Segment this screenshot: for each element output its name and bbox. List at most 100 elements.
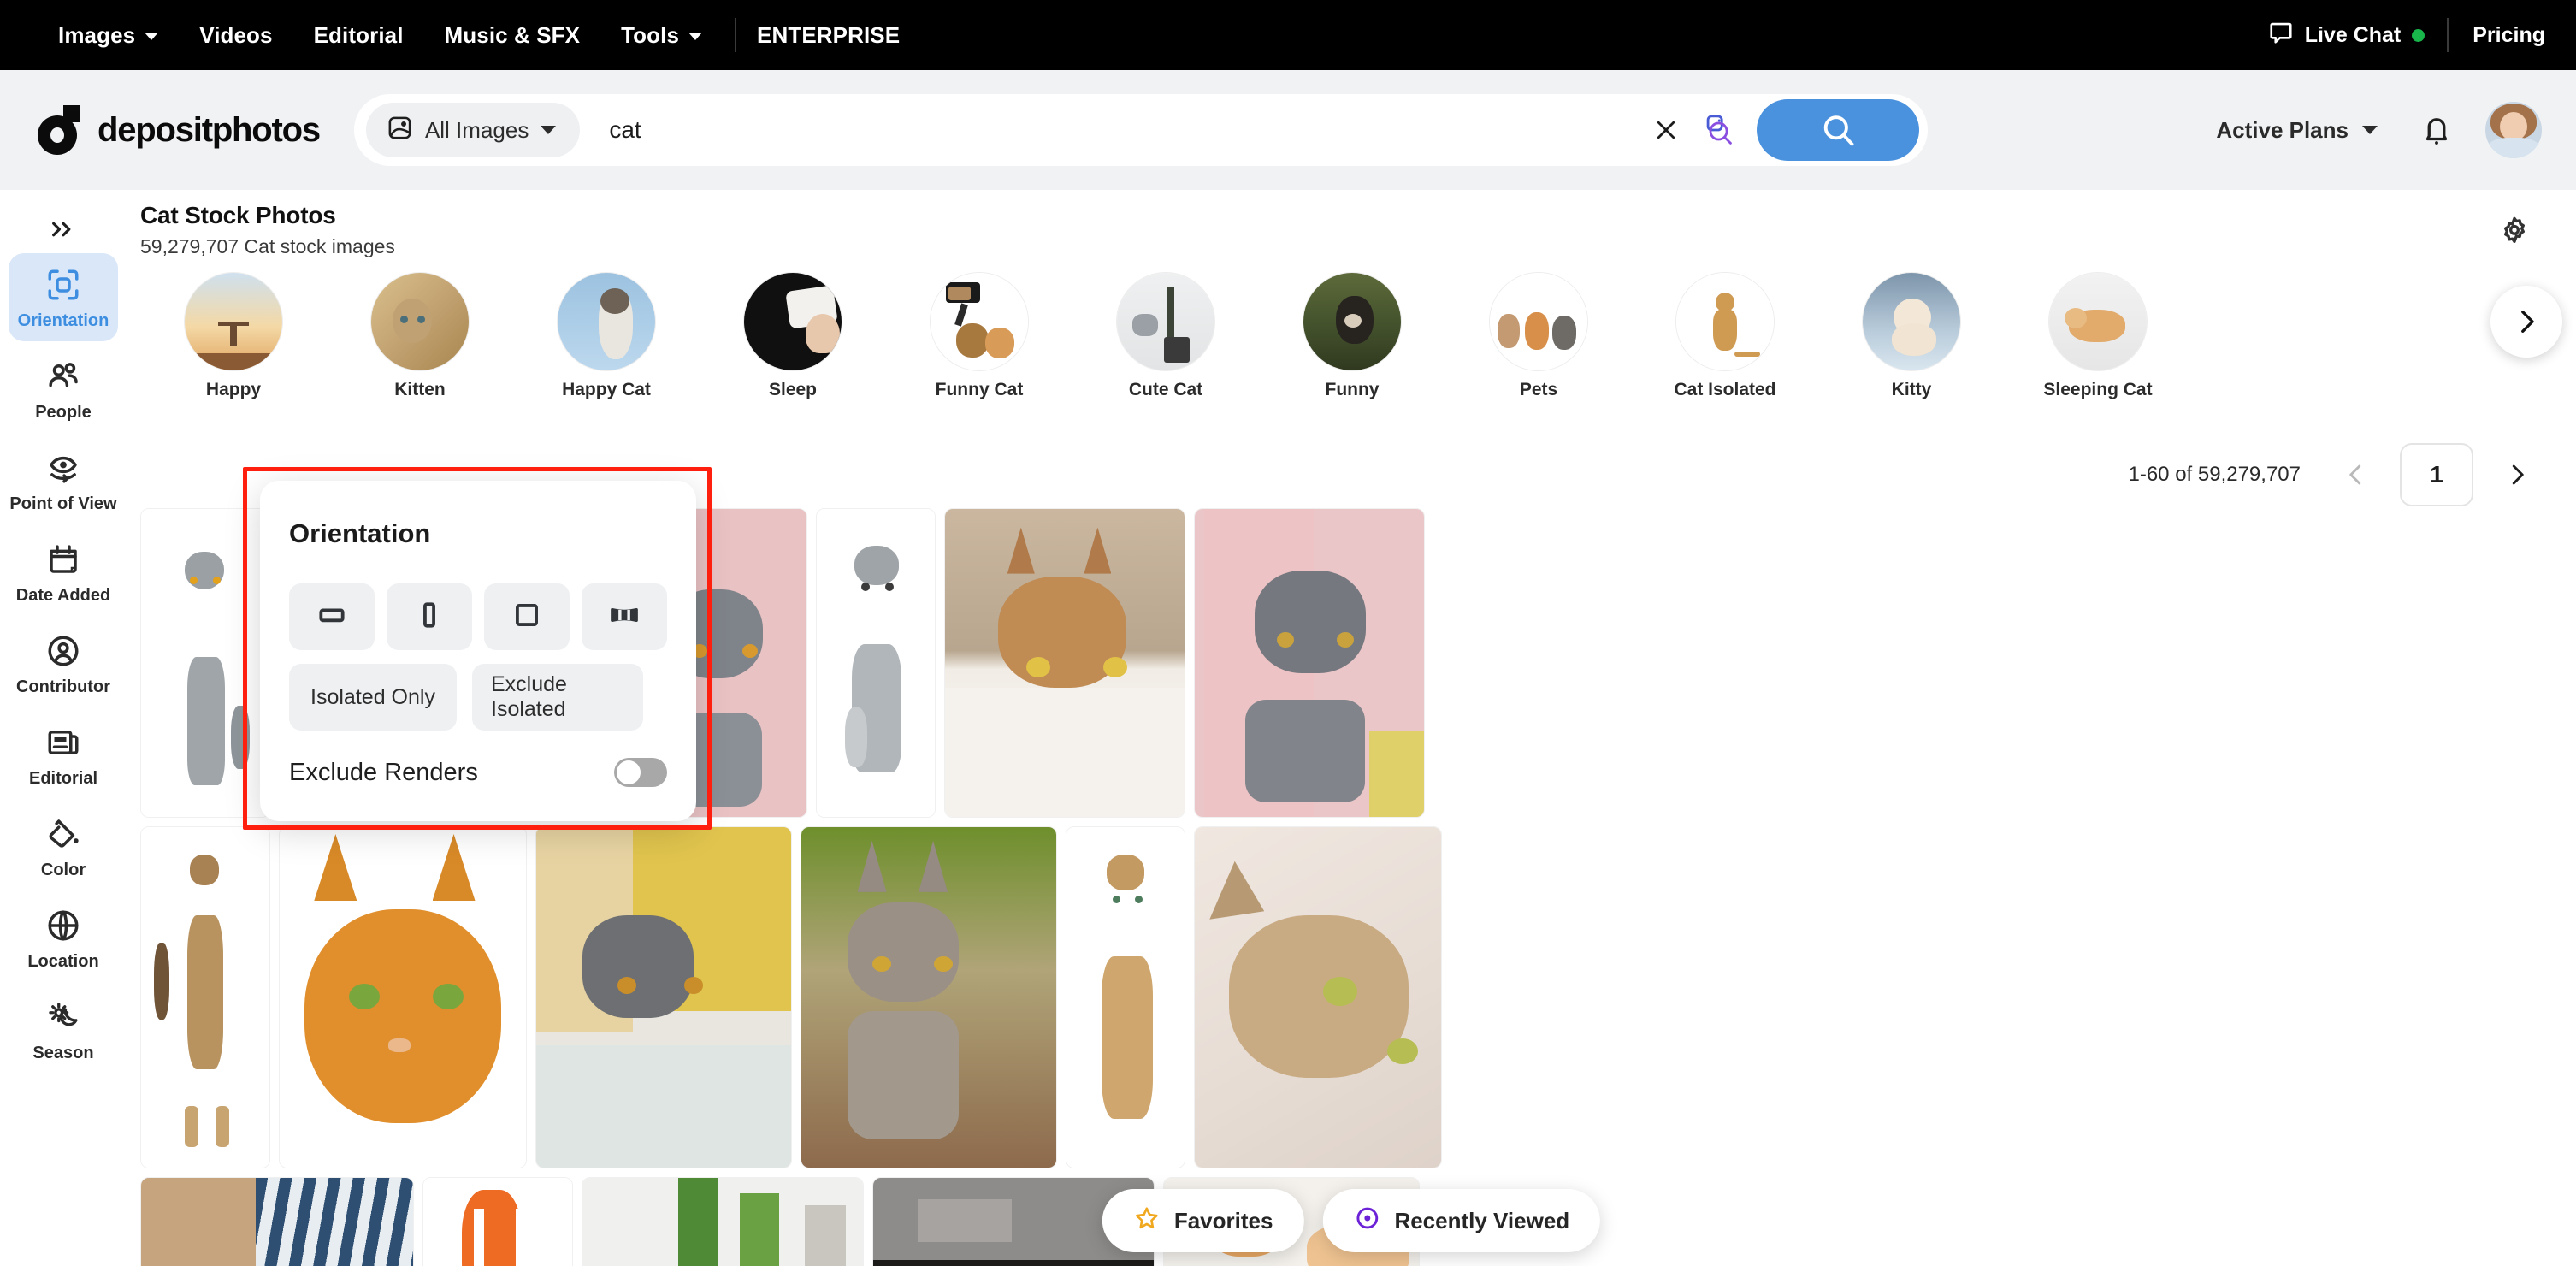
nav-item-tools[interactable]: Tools bbox=[600, 22, 723, 49]
page-subtitle: 59,279,707 Cat stock images bbox=[140, 235, 395, 257]
search-submit-button[interactable] bbox=[1756, 99, 1919, 161]
orientation-square-button[interactable] bbox=[484, 583, 570, 650]
sidebar-item-date-added[interactable]: Date Added bbox=[9, 528, 118, 616]
sidebar-item-season[interactable]: Season bbox=[9, 985, 118, 1074]
carousel-item-sleep[interactable]: Sleep bbox=[700, 272, 886, 400]
exclude-renders-toggle[interactable] bbox=[614, 758, 667, 787]
carousel-item-label: Happy bbox=[205, 380, 262, 399]
active-plans-dropdown[interactable]: Active Plans bbox=[2187, 117, 2407, 144]
sidebar-item-location-label: Location bbox=[27, 952, 99, 971]
sidebar-item-people[interactable]: People bbox=[9, 345, 118, 433]
image-tile[interactable] bbox=[944, 508, 1185, 818]
nav-item-enterprise[interactable]: ENTERPRISE bbox=[748, 22, 920, 49]
notifications-button[interactable] bbox=[2407, 100, 2467, 160]
carousel-thumbnail bbox=[1116, 272, 1215, 371]
pricing-link[interactable]: Pricing bbox=[2449, 23, 2545, 48]
orientation-icon bbox=[44, 265, 83, 305]
image-tile[interactable] bbox=[1194, 508, 1425, 818]
search-bar: All Images bbox=[353, 94, 1928, 166]
sidebar-item-location[interactable]: Location bbox=[9, 894, 118, 982]
square-icon bbox=[511, 599, 543, 636]
image-tile[interactable] bbox=[582, 1177, 864, 1266]
carousel-item-label: Cat Isolated bbox=[1674, 380, 1776, 399]
carousel-next-button[interactable] bbox=[2490, 286, 2562, 358]
sidebar-item-contributor-label: Contributor bbox=[16, 677, 110, 696]
image-tile[interactable] bbox=[1194, 826, 1442, 1168]
search-input[interactable] bbox=[580, 116, 1642, 144]
nav-item-editorial[interactable]: Editorial bbox=[293, 22, 424, 49]
user-avatar[interactable] bbox=[2485, 102, 2542, 158]
settings-gear-button[interactable] bbox=[2490, 207, 2538, 255]
orientation-vertical-button[interactable] bbox=[387, 583, 472, 650]
carousel-thumbnail bbox=[370, 272, 470, 371]
filters-sidebar: Orientation People Point of View Date Ad… bbox=[0, 190, 127, 1266]
image-tile[interactable] bbox=[535, 826, 792, 1168]
sidebar-item-color[interactable]: Color bbox=[9, 802, 118, 890]
image-tile[interactable] bbox=[422, 1177, 573, 1266]
search-type-selector[interactable]: All Images bbox=[365, 103, 581, 157]
carousel-item-label: Sleeping Cat bbox=[2043, 380, 2153, 399]
sidebar-item-editorial[interactable]: Editorial bbox=[9, 711, 118, 799]
chevron-down-icon bbox=[541, 126, 557, 134]
carousel-item-cute-cat[interactable]: Cute Cat bbox=[1072, 272, 1259, 400]
image-tile[interactable] bbox=[140, 508, 270, 818]
carousel-item-label: Kitten bbox=[394, 380, 446, 399]
image-tile[interactable] bbox=[140, 826, 270, 1168]
carousel-item-happy-cat[interactable]: Happy Cat bbox=[513, 272, 700, 400]
image-tile[interactable] bbox=[140, 1177, 414, 1266]
globe-icon bbox=[44, 906, 83, 945]
orientation-popup-title: Orientation bbox=[289, 518, 431, 548]
clear-search-button[interactable] bbox=[1642, 106, 1690, 154]
carousel-item-label: Cute Cat bbox=[1128, 380, 1203, 399]
chat-bubble-icon bbox=[2268, 20, 2294, 51]
carousel-thumbnail bbox=[2048, 272, 2148, 371]
page-title: Cat Stock Photos bbox=[140, 202, 336, 228]
target-icon bbox=[1353, 1204, 1380, 1238]
carousel-item-happy[interactable]: Happy bbox=[140, 272, 327, 400]
image-tile[interactable] bbox=[1066, 826, 1185, 1168]
nav-item-videos[interactable]: Videos bbox=[179, 22, 292, 49]
nav-item-music-sfx[interactable]: Music & SFX bbox=[424, 22, 601, 49]
carousel-item-kitty[interactable]: Kitty bbox=[1818, 272, 2005, 400]
image-tile[interactable] bbox=[816, 508, 936, 818]
top-navigation-bar: Images Videos Editorial Music & SFX Tool… bbox=[0, 0, 2576, 70]
season-icon bbox=[44, 997, 83, 1037]
carousel-item-cat-isolated[interactable]: Cat Isolated bbox=[1632, 272, 1818, 400]
page-header: Cat Stock Photos 59,279,707 Cat stock im… bbox=[127, 190, 2576, 258]
carousel-item-label: Happy Cat bbox=[562, 380, 651, 399]
results-range-label: 1-60 of 59,279,707 bbox=[2128, 463, 2301, 486]
carousel-item-sleeping-cat[interactable]: Sleeping Cat bbox=[2005, 272, 2191, 400]
sidebar-item-date-added-label: Date Added bbox=[15, 586, 111, 605]
image-tile[interactable] bbox=[279, 826, 527, 1168]
exclude-isolated-button[interactable]: Exclude Isolated bbox=[472, 664, 643, 731]
reverse-image-search-button[interactable] bbox=[1690, 104, 1750, 156]
nav-item-enterprise-label: ENTERPRISE bbox=[757, 21, 901, 48]
carousel-thumbnail bbox=[1862, 272, 1961, 371]
isolated-only-button[interactable]: Isolated Only bbox=[289, 664, 457, 731]
carousel-item-funny[interactable]: Funny bbox=[1259, 272, 1445, 400]
color-bucket-icon bbox=[44, 814, 83, 854]
carousel-item-funny-cat[interactable]: Funny Cat bbox=[886, 272, 1072, 400]
live-chat-button[interactable]: Live Chat bbox=[2268, 20, 2448, 51]
carousel-item-kitten[interactable]: Kitten bbox=[327, 272, 513, 400]
pagination-next-button[interactable] bbox=[2496, 453, 2538, 496]
sidebar-item-contributor[interactable]: Contributor bbox=[9, 619, 118, 707]
recently-viewed-button[interactable]: Recently Viewed bbox=[1322, 1189, 1601, 1252]
expand-sidebar-button[interactable] bbox=[0, 205, 127, 253]
carousel-thumbnail bbox=[184, 272, 283, 371]
pagination-current-page[interactable]: 1 bbox=[2400, 443, 2473, 506]
carousel-item-pets[interactable]: Pets bbox=[1445, 272, 1632, 400]
orientation-isolation-buttons: Isolated Only Exclude Isolated bbox=[289, 664, 667, 731]
chevron-down-icon bbox=[2362, 126, 2378, 134]
pagination-prev-button[interactable] bbox=[2335, 453, 2378, 496]
favorites-button[interactable]: Favorites bbox=[1102, 1189, 1304, 1252]
nav-item-images[interactable]: Images bbox=[38, 22, 179, 49]
image-tile[interactable] bbox=[801, 826, 1057, 1168]
sidebar-item-point-of-view[interactable]: Point of View bbox=[9, 436, 118, 524]
image-type-icon bbox=[387, 115, 413, 145]
orientation-horizontal-button[interactable] bbox=[289, 583, 375, 650]
depositphotos-logo[interactable]: depositphotos bbox=[38, 105, 321, 155]
sidebar-item-orientation[interactable]: Orientation bbox=[9, 253, 118, 341]
top-nav-links: Images Videos Editorial Music & SFX Tool… bbox=[38, 18, 920, 52]
orientation-panoramic-button[interactable] bbox=[582, 583, 667, 650]
